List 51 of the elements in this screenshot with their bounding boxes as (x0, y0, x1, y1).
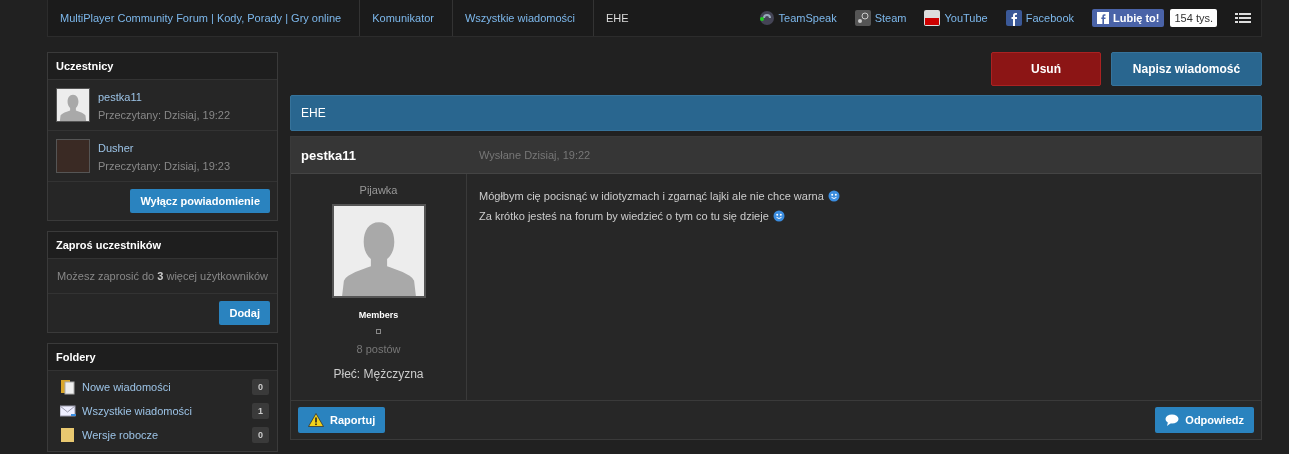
notifications-off-button[interactable]: Wyłącz powiadomienie (130, 189, 270, 213)
folder-link[interactable]: Wersje robocze (82, 429, 246, 441)
speech-bubble-icon (1165, 414, 1180, 426)
member-name[interactable]: pestka11 (98, 91, 231, 103)
user-rank: Pijawka (359, 184, 398, 196)
panel-title: Uczestnicy (48, 53, 277, 80)
documents-icon (60, 379, 76, 395)
facebook-icon (1097, 12, 1110, 24)
user-group: Members (358, 310, 399, 320)
topic-title: EHE (290, 95, 1262, 131)
message-count: 0 (252, 427, 269, 443)
envelope-icon (60, 403, 76, 419)
post-text: Za krótko jesteś na forum by wiedzieć o tym co tu się dzieje (479, 209, 769, 224)
social-link[interactable]: Facebook (1005, 10, 1075, 26)
warning-icon (308, 413, 324, 427)
rank-pip (376, 329, 381, 334)
facebook-icon (1005, 10, 1022, 26)
reply-button[interactable]: Odpowiedz (1155, 407, 1254, 433)
post-date: Wysłane Dzisiaj, 19:22 (479, 149, 591, 161)
read-status: Przeczytany: Dzisiaj, 19:23 (98, 160, 231, 172)
post-text: Mógłbym cię pocisnąć w idiotyzmach i zgarnąć lajki ale nie chce warna (479, 189, 824, 204)
user-gender: Płeć: Mężczyzna (333, 367, 424, 381)
avatar-icon (56, 88, 90, 122)
delete-button[interactable]: Usuń (991, 52, 1101, 86)
avatar-icon (331, 204, 426, 298)
post-author[interactable]: pestka11 (301, 147, 479, 163)
social-link[interactable]: YouTube (924, 10, 988, 26)
member-name[interactable]: Dusher (98, 142, 231, 154)
breadcrumb-link[interactable]: EHE (594, 0, 647, 36)
social-link[interactable]: Steam (854, 10, 907, 26)
social-link[interactable]: TeamSpeak (758, 10, 837, 26)
folder-link[interactable]: Wszystkie wiadomości (82, 405, 246, 417)
message-count: 1 (252, 403, 269, 419)
report-button[interactable]: Raportuj (298, 407, 386, 433)
folder-link[interactable]: Nowe wiadomości (82, 381, 246, 393)
breadcrumb-link[interactable]: MultiPlayer Community Forum | Kody, Porady | Gry online (48, 0, 361, 36)
avatar-photo-placeholder (56, 139, 90, 173)
list-icon (1235, 12, 1251, 24)
breadcrumb-link[interactable]: Komunikator (360, 0, 453, 36)
invite-text: Możesz zaprosić do 3 więcej użytkowników (48, 259, 277, 294)
like-button[interactable]: Lubię to! (1092, 9, 1165, 27)
panel-title: Foldery (48, 344, 277, 371)
add-button[interactable]: Dodaj (219, 301, 270, 325)
post-count: 8 postów (356, 343, 401, 355)
panel-title: Zaproś uczestników (48, 232, 277, 259)
read-status: Przeczytany: Dzisiaj, 19:22 (98, 109, 231, 121)
message-count: 0 (252, 379, 269, 395)
compose-button[interactable]: Napisz wiadomość (1111, 52, 1262, 86)
folder-icon (60, 427, 76, 443)
breadcrumb-link[interactable]: Wszystkie wiadomości (453, 0, 594, 36)
like-count: 154 tys. (1170, 9, 1217, 27)
